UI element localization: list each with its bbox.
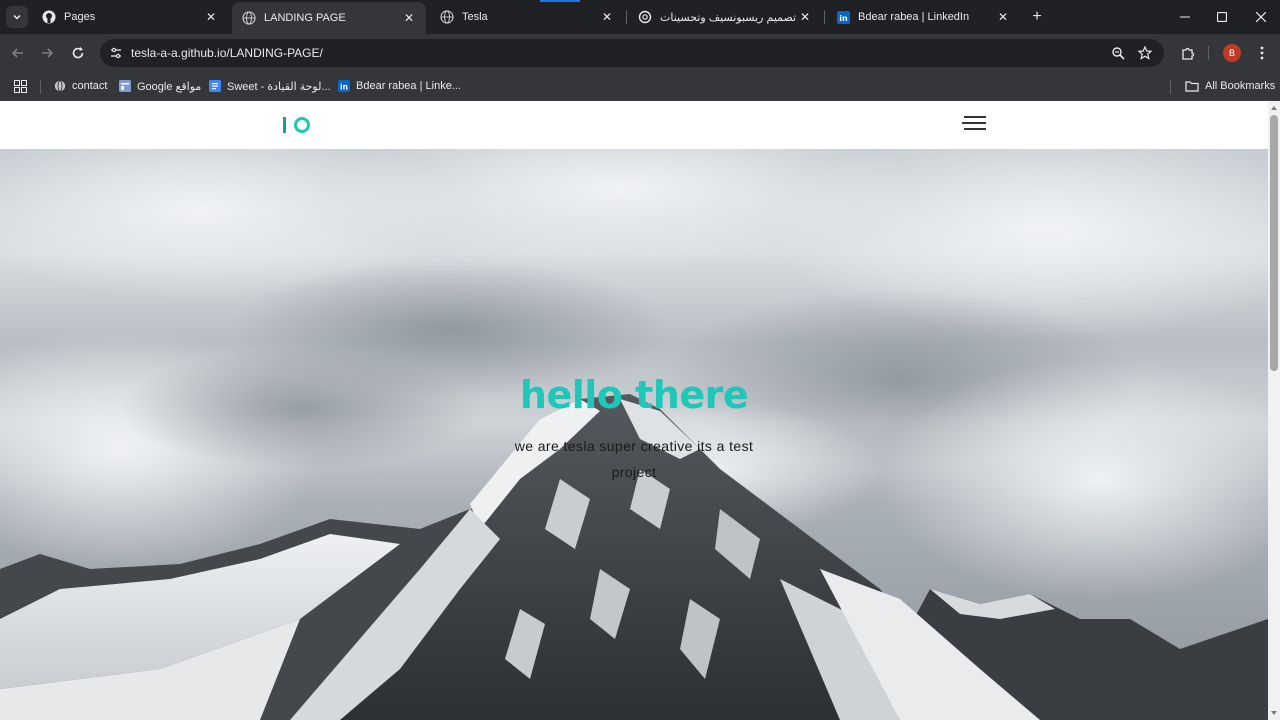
google-sites-icon [119,80,131,92]
restore-icon [1217,12,1227,22]
menu-line [964,128,986,130]
tab-title: Bdear rabea | LinkedIn [858,11,970,23]
tab-separator [824,10,825,24]
tab-responsive-design[interactable]: تصميم ريسبونسيف وتحسينات ✕ [628,4,822,30]
page-viewport: hello there we are tesla super creative … [0,101,1268,720]
close-icon [1256,12,1266,22]
hero-subtitle: we are tesla super creative its a test p… [514,438,754,480]
tab-title: Pages [64,11,96,23]
close-icon[interactable]: ✕ [798,10,812,24]
site-info-icon[interactable] [108,45,124,61]
reload-button[interactable] [67,42,89,64]
site-header [0,101,1268,149]
tab-linkedin[interactable]: in Bdear rabea | LinkedIn ✕ [826,4,1020,30]
apps-button[interactable] [14,77,27,95]
arrow-left-icon [11,48,23,58]
address-bar[interactable]: tesla-a-a.github.io/LANDING-PAGE/ [100,39,1164,67]
scrollbar-thumb[interactable] [1270,115,1278,371]
menu-button[interactable] [1251,42,1273,64]
hero-section: hello there we are tesla super creative … [0,149,1268,720]
bookmark-label: contact [72,80,108,92]
tab-title: تصميم ريسبونسيف وتحسينات [660,11,797,24]
menu-line [964,116,986,118]
reload-icon [72,47,84,59]
apps-grid-icon [14,79,27,93]
svg-text:in: in [839,14,848,23]
folder-icon [1185,80,1199,92]
bookmarks-bar: contact Google مواقع Sweet - لوحة القياد… [0,72,1280,101]
profile-avatar[interactable]: B [1223,44,1241,62]
bookmark-separator [1170,80,1171,94]
bookmark-label: Sweet - لوحة القيادة... [227,80,331,93]
tab-tesla[interactable]: Tesla ✕ [430,4,624,30]
new-tab-button[interactable]: + [1028,8,1046,26]
all-bookmarks-label: All Bookmarks [1205,80,1276,92]
close-icon[interactable]: ✕ [402,11,416,25]
page-scrollbar[interactable] [1268,101,1280,720]
bookmark-star-icon[interactable] [1137,45,1153,61]
globe-icon [54,80,66,92]
scroll-up-icon[interactable] [1271,105,1277,111]
url-text[interactable]: tesla-a-a.github.io/LANDING-PAGE/ [131,46,323,60]
tab-loading-indicator [540,0,580,2]
hamburger-menu-button[interactable] [962,115,986,131]
bookmark-label: Bdear rabea | Linke... [356,80,461,92]
tab-separator [626,10,627,24]
github-icon [42,10,56,24]
bookmark-separator [40,80,41,94]
toolbar-separator [1208,46,1209,60]
openai-icon [638,10,652,24]
linkedin-icon: in [836,10,850,24]
close-icon[interactable]: ✕ [600,10,614,24]
close-icon[interactable]: ✕ [996,10,1010,24]
maximize-button[interactable] [1210,6,1234,28]
bookmark-sweet[interactable]: Sweet - لوحة القيادة... [209,77,331,95]
linkedin-icon: in [338,80,350,92]
tab-pages[interactable]: Pages ✕ [32,4,228,30]
close-window-button[interactable] [1249,6,1273,28]
tab-landing-page[interactable]: LANDING PAGE ✕ [232,2,426,34]
forward-button[interactable] [36,42,58,64]
tab-title: Tesla [462,11,488,23]
bookmark-contact[interactable]: contact [54,77,107,95]
globe-icon [242,11,256,25]
back-button[interactable] [7,42,29,64]
zoom-icon[interactable] [1110,45,1126,61]
hero-title: hello there [519,373,749,417]
close-icon[interactable]: ✕ [204,10,218,24]
svg-text:in: in [340,82,348,91]
puzzle-icon [1181,47,1194,60]
scroll-down-icon[interactable] [1271,710,1277,716]
tab-title: LANDING PAGE [264,12,346,24]
tab-search-button[interactable] [6,6,28,28]
minimize-button[interactable] [1173,6,1197,28]
menu-line [962,122,986,124]
minimize-icon [1180,16,1190,18]
tab-strip: Pages ✕ LANDING PAGE ✕ Tesla ✕ تصميم ريس… [0,0,1280,34]
all-bookmarks-button[interactable]: All Bookmarks [1185,77,1275,95]
browser-toolbar: tesla-a-a.github.io/LANDING-PAGE/ B [0,34,1280,72]
site-logo[interactable] [283,116,310,134]
bookmark-google-sites[interactable]: Google مواقع [119,77,201,95]
bookmark-linkedin[interactable]: in Bdear rabea | Linke... [338,77,461,95]
arrow-right-icon [42,48,54,58]
bookmark-label: Google مواقع [137,80,202,93]
more-vertical-icon [1260,46,1264,60]
chevron-down-icon [13,14,21,20]
logo-ring [294,117,310,133]
docs-icon [209,80,221,92]
logo-bar [283,117,286,133]
extensions-button[interactable] [1177,42,1199,64]
globe-icon [440,10,454,24]
